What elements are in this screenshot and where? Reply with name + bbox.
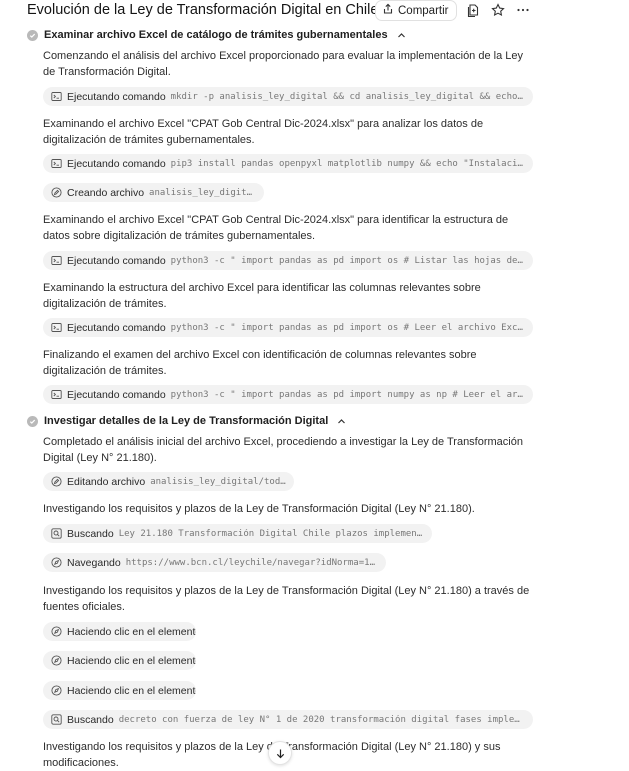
section-title: Investigar detalles de la Ley de Transfo… xyxy=(44,415,329,427)
progress-text: Comenzando el análisis del archivo Excel… xyxy=(43,50,523,78)
terminal-icon xyxy=(51,255,62,266)
action-label: Creando archivo xyxy=(67,186,145,199)
progress-text: Finalizando el examen del archivo Excel … xyxy=(43,349,477,377)
progress-text: Examinando el archivo Excel "CPAT Gob Ce… xyxy=(43,118,484,146)
search-icon xyxy=(51,528,62,539)
action-label: Ejecutando comando xyxy=(67,321,166,334)
terminal-icon xyxy=(51,322,62,333)
edit-icon xyxy=(51,187,62,198)
browser-icon xyxy=(51,557,62,568)
action-detail: python3 -c " import pandas as pd import … xyxy=(170,322,525,333)
share-icon xyxy=(382,3,394,18)
share-button[interactable]: Compartir xyxy=(375,0,458,21)
action-pill[interactable]: Buscando Ley 21.180 Transformación Digit… xyxy=(43,524,432,543)
check-circle-icon xyxy=(27,415,38,427)
section-header-investigar[interactable]: Investigar detalles de la Ley de Transfo… xyxy=(27,415,346,427)
action-pill[interactable]: Buscando decreto con fuerza de ley N° 1 … xyxy=(43,710,533,729)
more-options-icon[interactable] xyxy=(516,3,530,17)
browser-icon xyxy=(51,655,62,666)
terminal-icon xyxy=(51,389,62,400)
section-title: Examinar archivo Excel de catálogo de tr… xyxy=(44,29,388,41)
arrow-down-icon xyxy=(276,749,284,758)
terminal-icon xyxy=(51,91,62,102)
action-label: Buscando xyxy=(67,527,114,540)
progress-text: Completado el análisis inicial del archi… xyxy=(43,436,523,464)
check-circle-icon xyxy=(27,29,38,41)
action-detail: python3 -c " import pandas as pd import … xyxy=(170,255,525,266)
action-label: Haciendo clic en el elemento xyxy=(67,684,196,697)
action-label: Ejecutando comando xyxy=(67,388,166,401)
action-detail: Ley 21.180 Transformación Digital Chile … xyxy=(118,528,424,539)
star-icon[interactable] xyxy=(491,3,505,17)
browser-icon xyxy=(51,626,62,637)
browser-icon xyxy=(51,685,62,696)
action-label: Ejecutando comando xyxy=(67,90,166,103)
action-detail: https://www.bcn.cl/leychile/navegar?idNo… xyxy=(125,557,378,568)
scroll-to-bottom-button[interactable] xyxy=(268,741,292,765)
chevron-up-icon[interactable] xyxy=(337,417,346,426)
action-label: Ejecutando comando xyxy=(67,157,166,170)
action-label: Buscando xyxy=(67,713,114,726)
action-label: Haciendo clic en el elemento xyxy=(67,654,196,667)
action-pill[interactable]: Creando archivo analisis_ley_digital/tod… xyxy=(43,183,264,202)
top-bar: Evolución de la Ley de Transformación Di… xyxy=(0,0,629,22)
action-pill[interactable]: Haciendo clic en el elemento xyxy=(43,651,196,670)
action-detail: analisis_ley_digital/todo.md xyxy=(150,476,286,487)
action-pill[interactable]: Ejecutando comando mkdir -p analisis_ley… xyxy=(43,87,533,106)
action-detail: decreto con fuerza de ley N° 1 de 2020 t… xyxy=(118,714,525,725)
action-detail: analisis_ley_digital/todo.md xyxy=(149,187,256,198)
action-label: Ejecutando comando xyxy=(67,254,166,267)
action-label: Editando archivo xyxy=(67,475,146,488)
action-pill[interactable]: Ejecutando comando python3 -c " import p… xyxy=(43,251,533,270)
action-pill[interactable]: Haciendo clic en el elemento xyxy=(43,622,196,641)
action-pill[interactable]: Ejecutando comando python3 -c " import p… xyxy=(43,385,533,404)
action-detail: pip3 install pandas openpyxl matplotlib … xyxy=(170,158,525,169)
action-pill[interactable]: Haciendo clic en el elemento xyxy=(43,681,196,700)
progress-text: Examinando la estructura del archivo Exc… xyxy=(43,282,481,310)
share-button-label: Compartir xyxy=(398,4,449,17)
action-detail: mkdir -p analisis_ley_digital && cd anal… xyxy=(170,91,525,102)
action-pill[interactable]: Ejecutando comando pip3 install pandas o… xyxy=(43,154,533,173)
progress-text: Examinando el archivo Excel "CPAT Gob Ce… xyxy=(43,214,509,242)
page-title: Evolución de la Ley de Transformación Di… xyxy=(27,2,379,18)
action-detail: python3 -c " import pandas as pd import … xyxy=(170,389,525,400)
action-pill[interactable]: Ejecutando comando python3 -c " import p… xyxy=(43,318,533,337)
copy-file-icon[interactable] xyxy=(466,3,480,17)
edit-icon xyxy=(51,476,62,487)
section-header-examinar[interactable]: Examinar archivo Excel de catálogo de tr… xyxy=(27,29,406,41)
chevron-up-icon[interactable] xyxy=(397,31,406,40)
action-label: Navegando xyxy=(67,556,121,569)
search-icon xyxy=(51,714,62,725)
terminal-icon xyxy=(51,158,62,169)
progress-text: Investigando los requisitos y plazos de … xyxy=(43,585,530,613)
progress-text: Investigando los requisitos y plazos de … xyxy=(43,503,475,515)
action-pill[interactable]: Navegando https://www.bcn.cl/leychile/na… xyxy=(43,553,386,572)
action-pill[interactable]: Editando archivo analisis_ley_digital/to… xyxy=(43,472,294,491)
action-label: Haciendo clic en el elemento xyxy=(67,625,196,638)
